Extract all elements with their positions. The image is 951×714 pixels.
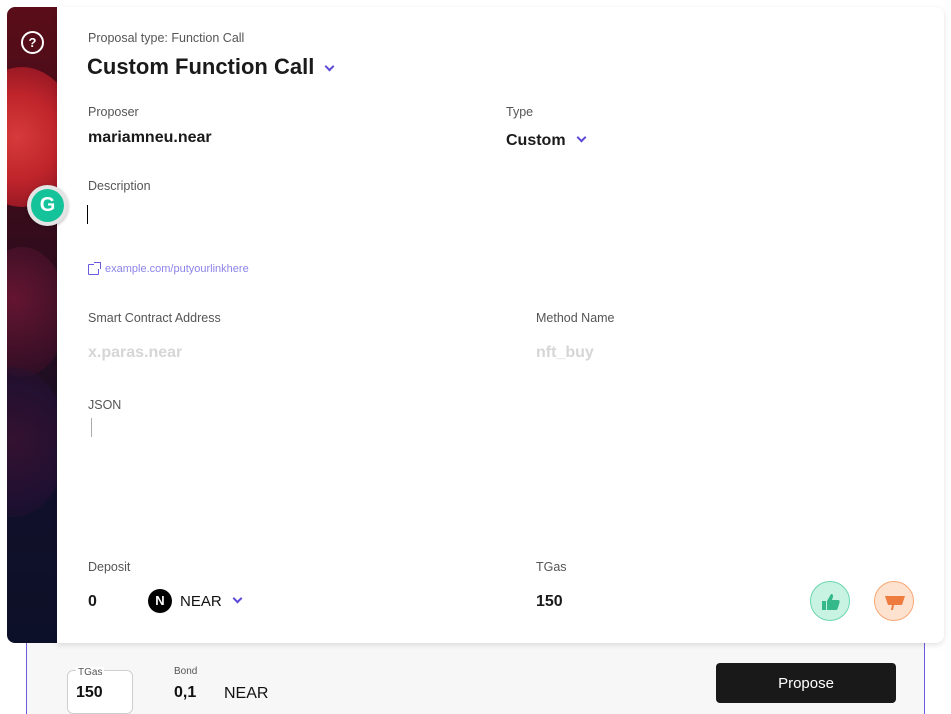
question-circle-icon[interactable]: ? xyxy=(21,31,44,54)
decorative-blob xyxy=(7,247,57,377)
tgas-input[interactable]: 150 xyxy=(536,593,563,611)
grammarly-button[interactable]: G xyxy=(27,185,68,226)
bond-label: Bond xyxy=(174,666,198,677)
external-link-icon xyxy=(88,261,101,275)
bond-unit: NEAR xyxy=(224,685,269,702)
token-label: NEAR xyxy=(180,593,222,610)
proposer-value: mariamneu.near xyxy=(88,129,212,146)
chevron-down-icon xyxy=(576,132,587,143)
deposit-label: Deposit xyxy=(88,560,131,574)
proposal-title: Custom Function Call xyxy=(87,54,315,79)
type-label: Type xyxy=(506,105,534,119)
link-placeholder: example.com/putyourlinkhere xyxy=(105,263,249,275)
vote-yes-button[interactable] xyxy=(810,581,850,621)
text-cursor xyxy=(91,418,92,437)
propose-button[interactable]: Propose xyxy=(716,663,896,703)
proposal-title-dropdown[interactable]: Custom Function Call xyxy=(87,54,335,80)
proposer-label: Proposer xyxy=(88,105,139,119)
sidebar-strip: ? xyxy=(7,7,57,643)
proposal-card xyxy=(57,7,944,643)
chevron-down-icon xyxy=(232,593,243,604)
link-input[interactable]: example.com/putyourlinkhere xyxy=(88,261,249,275)
description-label: Description xyxy=(88,179,151,193)
decorative-blob xyxy=(7,367,57,517)
proposal-type-label: Proposal type: Function Call xyxy=(88,31,245,45)
deposit-input[interactable]: 0 xyxy=(88,593,97,611)
json-input[interactable] xyxy=(88,415,878,545)
description-input[interactable] xyxy=(86,200,886,240)
thumbs-up-icon xyxy=(822,594,840,610)
text-cursor xyxy=(87,205,88,224)
tgas-label: TGas xyxy=(536,560,567,574)
method-label: Method Name xyxy=(536,311,615,325)
contract-input[interactable]: x.paras.near xyxy=(88,344,182,362)
type-value: Custom xyxy=(506,132,566,149)
token-dropdown[interactable]: NEAR xyxy=(180,593,243,610)
footer-tgas-value[interactable]: 150 xyxy=(76,684,103,702)
footer-tgas-label: TGas xyxy=(76,667,105,678)
method-input[interactable]: nft_buy xyxy=(536,344,594,362)
contract-label: Smart Contract Address xyxy=(88,311,221,325)
chevron-down-icon xyxy=(324,61,335,72)
vote-no-button[interactable] xyxy=(874,581,914,621)
bond-value: 0,1 xyxy=(174,684,197,701)
near-logo-icon: N xyxy=(148,589,172,613)
grammarly-icon: G xyxy=(31,189,64,222)
thumbs-down-icon xyxy=(885,596,905,610)
type-dropdown[interactable]: Custom xyxy=(506,132,587,150)
json-label: JSON xyxy=(88,398,122,412)
